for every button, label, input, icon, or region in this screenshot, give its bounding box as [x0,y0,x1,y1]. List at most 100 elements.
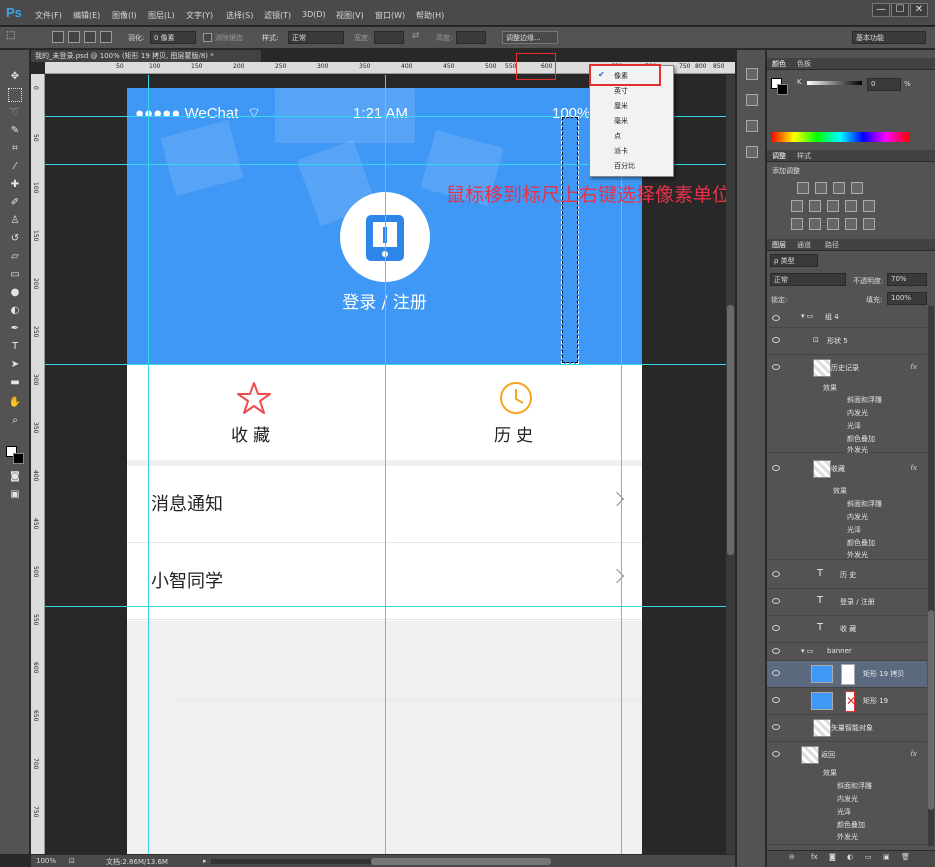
menu-item-inches[interactable]: 英寸 [614,86,628,96]
menu-file[interactable]: 文件(F) [35,10,62,21]
guide-line[interactable] [45,606,735,607]
invert-icon[interactable] [791,218,803,230]
levels-icon[interactable] [815,182,827,194]
dodge-tool-icon[interactable]: ◐ [8,304,22,318]
subtract-selection-button[interactable] [84,31,96,43]
fx-icon[interactable]: fx [811,853,818,861]
visibility-eye-icon[interactable] [772,571,780,577]
layer-row[interactable]: 历史记录 fx 效果 斜面和浮雕 内发光 光泽 颜色叠加 外发光 [767,355,927,454]
menu-item-picas[interactable]: 派卡 [614,146,628,156]
menu-window[interactable]: 窗口(W) [375,10,405,21]
k-slider[interactable] [807,81,862,85]
posterize-icon[interactable] [809,218,821,230]
menu-type[interactable]: 文字(Y) [186,10,213,21]
horizontal-scrollbar[interactable] [211,859,381,864]
quick-mask-icon[interactable]: ◙ [8,470,22,484]
visibility-eye-icon[interactable] [772,697,780,703]
history-panel-icon[interactable] [746,68,758,80]
layer-row[interactable]: T 登录 / 注册 [767,589,927,616]
visibility-eye-icon[interactable] [772,337,780,343]
marquee-tool-icon[interactable]: ⬚ [6,30,15,41]
layer-row-selected[interactable]: 矩形 19 拷贝 [767,661,927,688]
fx-icon[interactable]: fx [910,464,917,472]
minimize-button[interactable]: — [872,3,890,17]
gradient-tool-icon[interactable]: ▭ [8,268,22,282]
share-icon[interactable]: ⊡ [69,857,75,865]
menu-view[interactable]: 视图(V) [336,10,364,21]
vibrance-icon[interactable] [791,200,803,212]
feather-input[interactable]: 0 像素 [150,31,196,44]
menu-select[interactable]: 选择(S) [226,10,253,21]
gradient-map-icon[interactable] [845,218,857,230]
pen-tool-icon[interactable]: ✒ [8,322,22,336]
hue-icon[interactable] [809,200,821,212]
background-color-swatch[interactable] [13,453,24,464]
tab-color[interactable]: 颜色 [772,59,786,69]
scrollbar-thumb[interactable] [928,610,934,810]
menu-item-cm[interactable]: 厘米 [614,101,628,111]
scrollbar-thumb[interactable] [727,305,734,555]
screen-mode-icon[interactable]: ▣ [8,488,22,502]
workspace-select[interactable]: 基本功能 [852,31,926,44]
add-selection-button[interactable] [68,31,80,43]
brightness-icon[interactable] [797,182,809,194]
visibility-eye-icon[interactable] [772,724,780,730]
background-color-swatch[interactable] [777,84,788,95]
scrollbar-thumb[interactable] [371,858,551,865]
maximize-button[interactable]: ☐ [891,3,909,17]
fx-icon[interactable]: fx [910,363,917,371]
menu-edit[interactable]: 编辑(E) [73,10,100,21]
intersect-selection-button[interactable] [100,31,112,43]
layer-row[interactable]: 收藏 fx 效果 斜面和浮雕 内发光 光泽 颜色叠加 外发光 [767,456,927,560]
fill-input[interactable]: 100% [887,292,927,305]
width-input[interactable] [374,31,404,44]
layer-row[interactable]: T 收 藏 [767,616,927,643]
exposure-icon[interactable] [851,182,863,194]
lasso-tool-icon[interactable]: ➰ [8,106,22,120]
paragraph-panel-icon[interactable] [746,146,758,158]
color-spectrum[interactable] [771,132,909,142]
crop-tool-icon[interactable]: ⌗ [8,142,22,156]
blur-tool-icon[interactable]: ● [8,286,22,300]
brush-tool-icon[interactable]: ✐ [8,196,22,210]
tab-channels[interactable]: 通道 [797,240,811,250]
eyedropper-icon[interactable]: ⁄ [8,160,22,174]
link-layers-icon[interactable]: ⊖ [789,853,795,861]
photo-filter-icon[interactable] [863,200,875,212]
selection-marquee[interactable] [561,116,579,364]
bw-icon[interactable] [845,200,857,212]
tab-paths[interactable]: 路径 [825,240,839,250]
history-button[interactable]: 历史 [386,365,642,460]
guide-line[interactable] [148,75,149,854]
visibility-eye-icon[interactable] [772,670,780,676]
marquee-tool-icon[interactable] [8,88,22,102]
healing-brush-icon[interactable]: ✚ [8,178,22,192]
document-tab[interactable]: 我的_未登录.psd @ 100% (矩形 19 拷贝, 图层蒙版/8) * [31,50,261,62]
document-canvas[interactable]: ●●●●● WeChat ⌔ 1:21 AM 100% 登录 / 注册 收藏 [45,75,735,854]
height-input[interactable] [456,31,486,44]
path-select-icon[interactable]: ➤ [8,358,22,372]
zoom-level[interactable]: 100% [36,857,56,865]
fx-icon[interactable]: fx [910,750,917,758]
tab-adjustments[interactable]: 调整 [772,151,786,161]
hand-tool-icon[interactable]: ✋ [8,396,22,410]
opacity-input[interactable]: 70% [887,273,927,286]
style-select[interactable]: 正常 [288,31,344,44]
guide-line[interactable] [45,364,735,365]
selective-color-icon[interactable] [863,218,875,230]
left-ruler[interactable]: 0 50 100 150 200 250 300 350 400 450 500… [31,74,45,854]
layer-row[interactable]: 返回 fx 效果 斜面和浮雕 内发光 光泽 颜色叠加 外发光 [767,742,927,845]
properties-panel-icon[interactable] [746,94,758,106]
menu-help[interactable]: 帮助(H) [416,10,444,21]
k-value-input[interactable]: 0 [867,78,901,91]
eraser-icon[interactable]: ▱ [8,250,22,264]
quick-select-icon[interactable]: ✎ [8,124,22,138]
history-brush-icon[interactable]: ↺ [8,232,22,246]
new-layer-icon[interactable]: ▣ [883,853,890,861]
guide-line[interactable] [385,75,386,854]
tab-swatches[interactable]: 色板 [797,59,811,69]
tab-styles[interactable]: 样式 [797,151,811,161]
layer-row[interactable]: ▾ ▭ banner [767,643,927,661]
visibility-eye-icon[interactable] [772,364,780,370]
layer-row[interactable]: ✕ 矩形 19 [767,688,927,715]
